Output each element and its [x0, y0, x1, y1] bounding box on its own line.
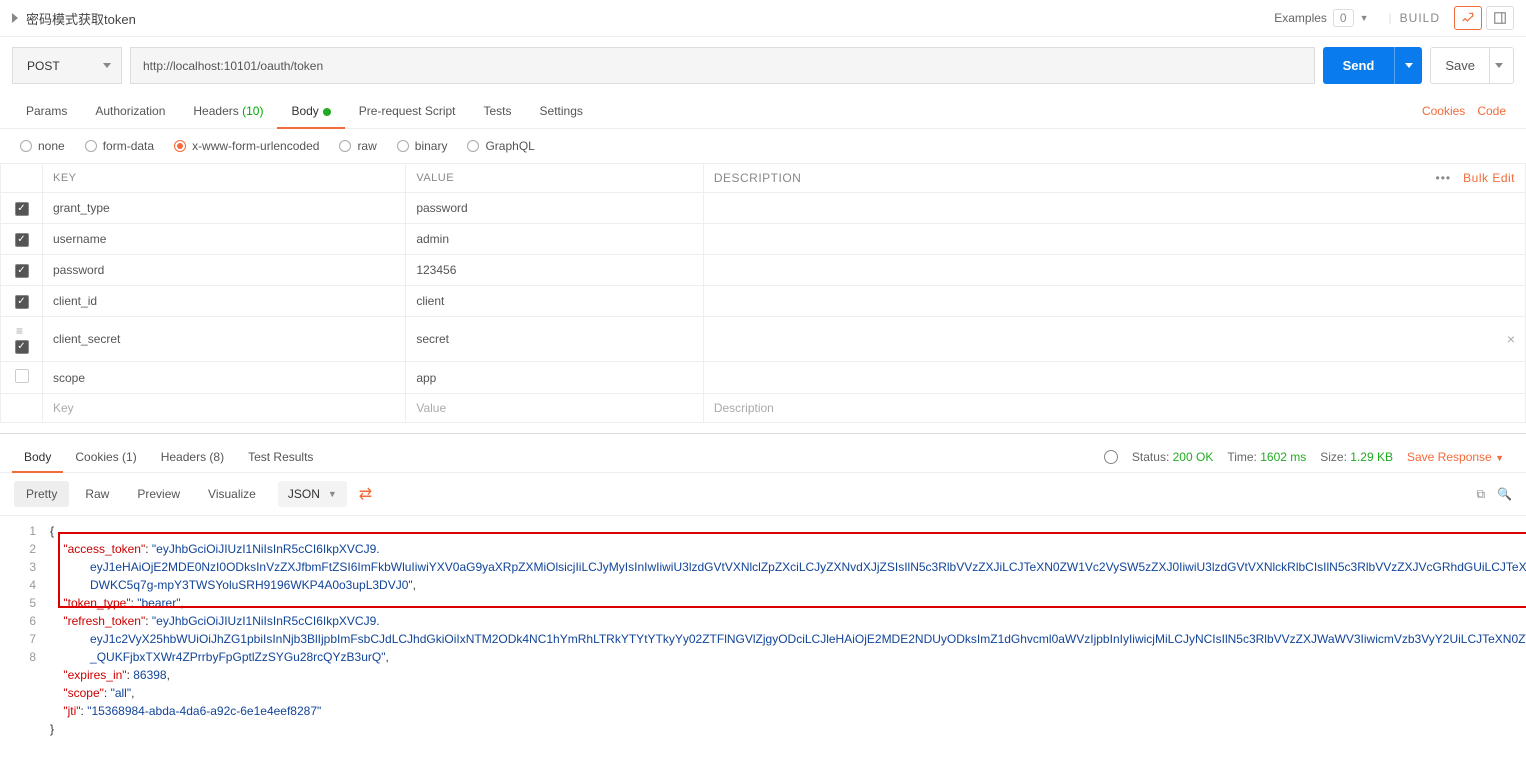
- search-icon[interactable]: 🔍: [1497, 487, 1512, 502]
- row-checkbox[interactable]: [15, 202, 29, 216]
- cell-desc[interactable]: ×: [703, 317, 1525, 362]
- response-body-editor[interactable]: 12345678 { "access_token": "eyJhbGciOiJI…: [0, 516, 1526, 758]
- save-split-button[interactable]: [1489, 48, 1513, 83]
- status-label: Status: 200 OK: [1132, 450, 1213, 464]
- tab-params[interactable]: Params: [12, 94, 81, 128]
- radio-raw[interactable]: raw: [339, 139, 376, 153]
- body-type-radios: none form-data x-www-form-urlencoded raw…: [0, 129, 1526, 163]
- cell-desc[interactable]: [703, 362, 1525, 394]
- pill-preview[interactable]: Preview: [125, 481, 192, 507]
- row-checkbox[interactable]: [15, 340, 29, 354]
- row-checkbox[interactable]: [15, 369, 29, 383]
- table-row: usernameadmin: [1, 224, 1526, 255]
- cell-key[interactable]: grant_type: [43, 193, 406, 224]
- table-row: client_idclient: [1, 286, 1526, 317]
- cell-desc[interactable]: [703, 255, 1525, 286]
- radio-graphql[interactable]: GraphQL: [467, 139, 534, 153]
- rtab-tests[interactable]: Test Results: [236, 442, 325, 472]
- desc-placeholder[interactable]: Description: [703, 394, 1525, 423]
- request-title: 密码模式获取token: [26, 9, 136, 28]
- tab-prerequest[interactable]: Pre-request Script: [345, 94, 470, 128]
- radio-binary[interactable]: binary: [397, 139, 448, 153]
- cell-key[interactable]: client_id: [43, 286, 406, 317]
- pill-pretty[interactable]: Pretty: [14, 481, 69, 507]
- tab-headers[interactable]: Headers (10): [179, 94, 277, 128]
- row-checkbox[interactable]: [15, 233, 29, 247]
- method-select[interactable]: POST: [12, 47, 122, 84]
- key-placeholder[interactable]: Key: [43, 394, 406, 423]
- col-key: KEY: [43, 164, 406, 193]
- cell-value[interactable]: client: [406, 286, 703, 317]
- comment-icon[interactable]: [1454, 6, 1482, 30]
- col-desc: DESCRIPTION ••• Bulk Edit: [703, 164, 1525, 193]
- tab-authorization[interactable]: Authorization: [81, 94, 179, 128]
- network-icon[interactable]: [1104, 450, 1118, 464]
- format-select[interactable]: JSON▼: [278, 481, 347, 507]
- cell-desc[interactable]: [703, 193, 1525, 224]
- row-checkbox[interactable]: [15, 295, 29, 309]
- cell-value[interactable]: password: [406, 193, 703, 224]
- cookies-link[interactable]: Cookies: [1422, 104, 1465, 118]
- delete-row-icon[interactable]: ×: [1507, 331, 1515, 347]
- tab-body[interactable]: Body: [277, 94, 344, 128]
- save-response-link[interactable]: Save Response ▼: [1407, 450, 1504, 464]
- value-placeholder[interactable]: Value: [406, 394, 703, 423]
- radio-formdata[interactable]: form-data: [85, 139, 154, 153]
- build-label[interactable]: BUILD: [1400, 11, 1440, 25]
- request-bar: POST http://localhost:10101/oauth/token …: [0, 37, 1526, 94]
- dot-indicator-icon: [323, 108, 331, 116]
- code-link[interactable]: Code: [1477, 104, 1506, 118]
- cell-key[interactable]: username: [43, 224, 406, 255]
- pill-visualize[interactable]: Visualize: [196, 481, 268, 507]
- url-input[interactable]: http://localhost:10101/oauth/token: [130, 47, 1315, 84]
- radio-urlencoded[interactable]: x-www-form-urlencoded: [174, 139, 319, 153]
- cell-value[interactable]: secret: [406, 317, 703, 362]
- wrap-lines-icon[interactable]: ⇄: [359, 484, 372, 504]
- cell-value[interactable]: admin: [406, 224, 703, 255]
- pill-raw[interactable]: Raw: [73, 481, 121, 507]
- bulk-edit-link[interactable]: Bulk Edit: [1463, 171, 1515, 185]
- cell-key[interactable]: scope: [43, 362, 406, 394]
- save-button[interactable]: Save: [1430, 47, 1514, 84]
- cell-desc[interactable]: [703, 286, 1525, 317]
- table-row: password123456: [1, 255, 1526, 286]
- cell-desc[interactable]: [703, 224, 1525, 255]
- send-button[interactable]: Send: [1323, 47, 1423, 84]
- body-params-table: KEY VALUE DESCRIPTION ••• Bulk Edit gran…: [0, 163, 1526, 423]
- more-options-icon[interactable]: •••: [1436, 171, 1452, 185]
- row-checkbox[interactable]: [15, 264, 29, 278]
- request-header-bar: 密码模式获取token Examples 0 ▼ | BUILD: [0, 0, 1526, 37]
- tab-settings[interactable]: Settings: [526, 94, 597, 128]
- layout-icon[interactable]: [1486, 6, 1514, 30]
- rtab-headers[interactable]: Headers (8): [149, 442, 236, 472]
- copy-icon[interactable]: ⧉: [1476, 487, 1485, 502]
- response-tabs: Body Cookies (1) Headers (8) Test Result…: [0, 433, 1526, 472]
- cell-value[interactable]: app: [406, 362, 703, 394]
- time-label: Time: 1602 ms: [1227, 450, 1306, 464]
- examples-dropdown[interactable]: Examples 0 ▼: [1274, 9, 1368, 27]
- cell-value[interactable]: 123456: [406, 255, 703, 286]
- collapse-toggle-icon[interactable]: [12, 13, 18, 23]
- size-label: Size: 1.29 KB: [1320, 450, 1393, 464]
- table-row: grant_typepassword: [1, 193, 1526, 224]
- send-split-button[interactable]: [1394, 47, 1422, 84]
- response-view-bar: Pretty Raw Preview Visualize JSON▼ ⇄ ⧉ 🔍: [0, 472, 1526, 516]
- table-row: ≡client_secretsecret×: [1, 317, 1526, 362]
- cell-key[interactable]: client_secret: [43, 317, 406, 362]
- table-row: scopeapp: [1, 362, 1526, 394]
- rtab-cookies[interactable]: Cookies (1): [63, 442, 148, 472]
- col-value: VALUE: [406, 164, 703, 193]
- cell-key[interactable]: password: [43, 255, 406, 286]
- rtab-body[interactable]: Body: [12, 442, 63, 472]
- tab-tests[interactable]: Tests: [470, 94, 526, 128]
- radio-none[interactable]: none: [20, 139, 65, 153]
- request-tabs: Params Authorization Headers (10) Body P…: [0, 94, 1526, 129]
